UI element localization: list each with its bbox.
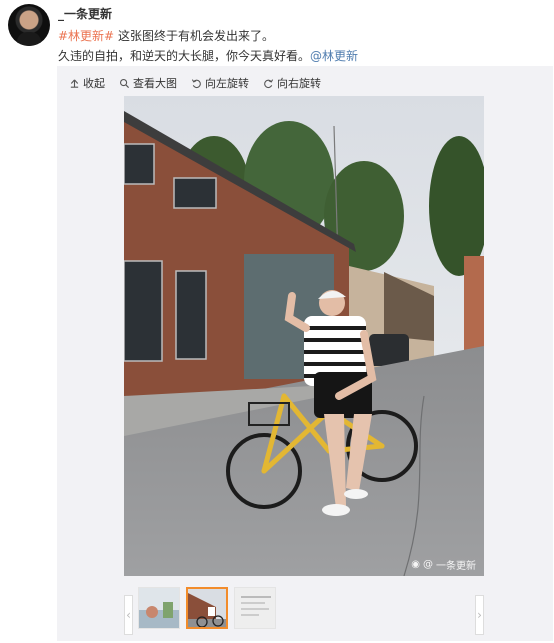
thumb-next-button[interactable]: ›	[475, 595, 484, 635]
hashtag-link[interactable]: #林更新#	[58, 29, 114, 43]
media-viewer: 收起 查看大图 向左旋转 向右旋转 ◉ @ 一条更新 ‹ ›	[57, 66, 553, 641]
rotate-left-label: 向左旋转	[205, 77, 249, 90]
photo-watermark: ◉ @ 一条更新	[411, 557, 476, 572]
photo-scene	[124, 96, 484, 576]
rotate-right-label: 向右旋转	[277, 77, 321, 90]
thumbnail-1-image	[139, 588, 179, 628]
post-header: _一条更新 #林更新# 这张图终于有机会发出来了。 久违的自拍，和逆天的大长腿，…	[8, 4, 546, 64]
weibo-logo-icon: ◉	[411, 559, 420, 570]
post-text-line-1-rest: 这张图终于有机会发出来了。	[114, 29, 274, 43]
thumbnail-3-image	[235, 588, 275, 628]
thumbnail-strip: ‹ ›	[124, 585, 486, 635]
post-text-line-1: #林更新# 这张图终于有机会发出来了。	[58, 26, 538, 46]
watermark-name: 一条更新	[436, 561, 476, 572]
view-large-button[interactable]: 查看大图	[119, 74, 177, 92]
magnifier-icon	[120, 78, 130, 88]
collapse-icon	[70, 78, 79, 88]
post-text-line-2-body: 久违的自拍，和逆天的大长腿，你今天真好看。	[58, 49, 311, 63]
user-avatar[interactable]	[8, 4, 50, 46]
rotate-right-icon	[264, 78, 274, 88]
thumbnail-2-image	[188, 589, 226, 627]
mention-link[interactable]: @林更新	[310, 49, 358, 63]
username[interactable]: _一条更新	[58, 5, 112, 22]
thumbnail-3[interactable]	[234, 587, 276, 629]
post-text-line-2: 久违的自拍，和逆天的大长腿，你今天真好看。@林更新	[58, 46, 538, 66]
thumb-prev-button[interactable]: ‹	[124, 595, 133, 635]
rotate-right-button[interactable]: 向右旋转	[263, 74, 321, 92]
post-text: #林更新# 这张图终于有机会发出来了。 久违的自拍，和逆天的大长腿，你今天真好看…	[58, 26, 538, 66]
media-toolbar: 收起 查看大图 向左旋转 向右旋转	[69, 74, 321, 92]
rotate-left-button[interactable]: 向左旋转	[191, 74, 249, 92]
thumbnail-1[interactable]	[138, 587, 180, 629]
main-photo[interactable]: ◉ @ 一条更新	[124, 96, 484, 576]
collapse-label: 收起	[83, 77, 105, 90]
view-large-label: 查看大图	[133, 77, 177, 90]
thumbnail-2-selected[interactable]	[186, 587, 228, 629]
rotate-left-icon	[191, 78, 201, 88]
watermark-prefix: @	[423, 559, 433, 570]
collapse-button[interactable]: 收起	[69, 74, 105, 92]
